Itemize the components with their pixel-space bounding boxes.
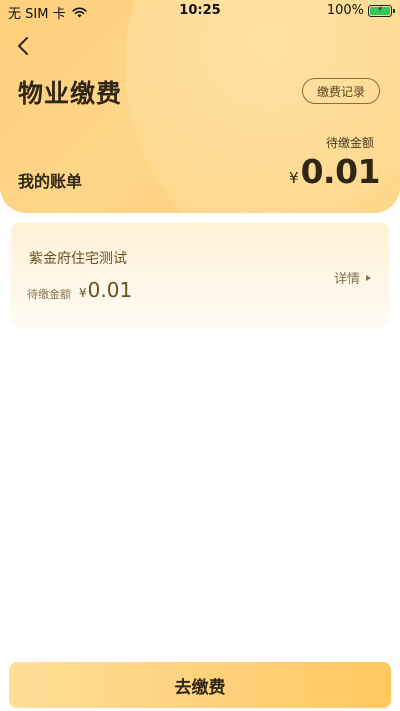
pay-now-button[interactable]: 去缴费	[9, 662, 391, 708]
detail-label: 详情	[333, 272, 360, 287]
property-due-label: 待缴金额	[27, 288, 71, 301]
battery-icon: ⚡	[368, 4, 395, 17]
property-currency-symbol: ¥	[79, 286, 87, 300]
property-due-value: 0.01	[87, 278, 133, 302]
battery-percent: 100%	[326, 3, 364, 18]
header-panel: 无 SIM 卡 10:25 100% ⚡ 物业缴费 缴费记录 我的账单 待缴金额…	[0, 0, 400, 213]
total-due-amount: ¥ 0.01	[289, 152, 380, 191]
back-button[interactable]	[12, 34, 36, 58]
total-due-label: 待缴金额	[325, 136, 374, 150]
property-name: 紫金府住宅测试	[29, 251, 127, 267]
battery-fill: ⚡	[370, 5, 390, 15]
detail-link[interactable]: 详情	[334, 268, 371, 287]
total-due-value: 0.01	[300, 152, 381, 191]
payment-records-button[interactable]: 缴费记录	[301, 78, 380, 104]
status-bar: 无 SIM 卡 10:25 100% ⚡	[0, 0, 400, 22]
my-bill-label: 我的账单	[18, 172, 83, 191]
property-bill-card[interactable]: 紫金府住宅测试 待缴金额 ¥ 0.01 详情	[11, 223, 389, 327]
property-due-amount: ¥ 0.01	[79, 278, 132, 302]
battery-cap	[393, 8, 395, 13]
triangle-right-icon	[366, 274, 371, 281]
charging-bolt-icon: ⚡	[376, 5, 384, 15]
status-right: 100% ⚡	[326, 3, 395, 18]
page-title: 物业缴费	[18, 79, 123, 108]
currency-symbol: ¥	[289, 169, 299, 187]
